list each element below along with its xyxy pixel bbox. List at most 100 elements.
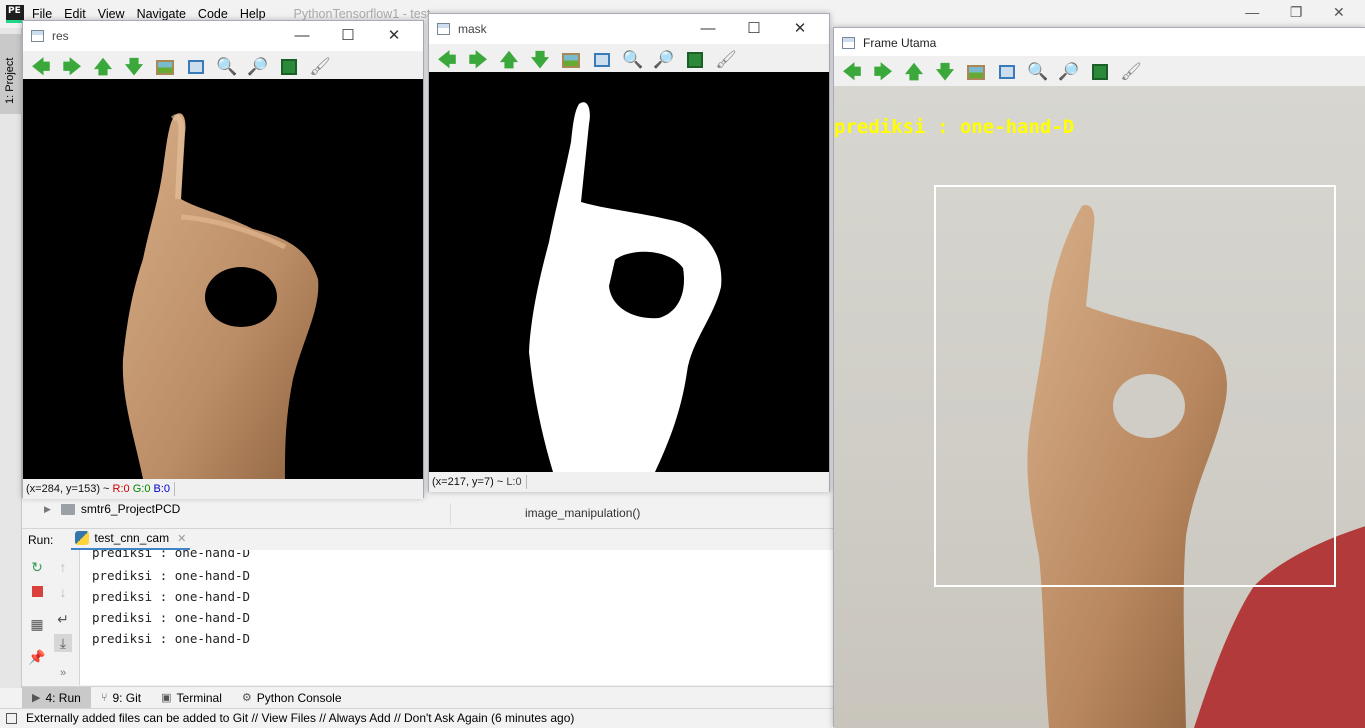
luminance-value: L:0 <box>506 476 522 488</box>
up-arrow-icon[interactable]: 🡅 <box>902 60 926 84</box>
window-app-icon <box>31 30 44 42</box>
mask-image[interactable] <box>429 72 829 472</box>
tab-label: 9: Git <box>112 690 142 705</box>
window-app-icon <box>842 37 855 49</box>
menu-help[interactable]: Help <box>240 7 266 21</box>
breadcrumb-label: image_manipulation() <box>525 506 641 520</box>
forward-arrow-icon[interactable]: 🡆 <box>466 48 490 72</box>
zoom-out-icon[interactable]: 🔎 <box>1057 60 1081 84</box>
run-panel-header: Run: test_cnn_cam ✕ <box>22 528 833 551</box>
project-tree-item[interactable]: ▶ smtr6_ProjectPCD <box>22 498 432 520</box>
run-label: Run: <box>28 532 54 547</box>
expand-arrow-icon[interactable]: ▶ <box>44 504 51 515</box>
forward-arrow-icon[interactable]: 🡆 <box>871 60 895 84</box>
back-arrow-icon[interactable]: 🡄 <box>840 60 864 84</box>
close-icon[interactable]: ✕ <box>371 27 417 45</box>
binary-mask-image <box>529 102 722 472</box>
run-config-tab[interactable]: test_cnn_cam ✕ <box>71 529 191 551</box>
stop-icon[interactable] <box>28 583 46 601</box>
terminal-icon: ▣ <box>161 692 172 704</box>
mask-title-bar[interactable]: mask — ☐ ✕ <box>429 14 829 44</box>
back-arrow-icon[interactable]: 🡄 <box>29 55 53 79</box>
maximize-icon[interactable]: ☐ <box>731 20 777 38</box>
menu-file[interactable]: File <box>32 7 52 21</box>
brush-icon[interactable]: 🖌 <box>714 48 738 72</box>
status-toggle-icon[interactable] <box>6 712 17 724</box>
pin-icon[interactable]: 📌 <box>28 648 46 666</box>
down-arrow-icon[interactable]: 🡇 <box>528 48 552 72</box>
zoom-in-icon[interactable]: 🔍 <box>215 55 239 79</box>
frame-utama-window: Frame Utama 🡄 🡆 🡅 🡇 🔍 🔎 🖌 prediksi : one… <box>833 27 1365 728</box>
image-icon[interactable] <box>964 60 988 84</box>
tab-git[interactable]: ⑂ 9: Git <box>91 687 151 709</box>
res-image[interactable] <box>23 79 423 479</box>
camera-frame[interactable]: prediksi : one-hand-D <box>834 86 1365 728</box>
minimize-icon[interactable]: — <box>1245 4 1259 24</box>
more-icon[interactable]: » <box>54 664 72 682</box>
image-icon[interactable] <box>153 55 177 79</box>
hand-segmented-image <box>122 113 319 479</box>
console-line: prediksi : one-hand-D <box>92 610 251 625</box>
zoom-in-icon[interactable]: 🔍 <box>1026 60 1050 84</box>
project-tab-label: 1: Project <box>4 57 16 104</box>
close-icon[interactable]: ✕ <box>1333 4 1345 24</box>
minimize-icon[interactable]: — <box>685 20 731 38</box>
tab-python-console[interactable]: ⚙ Python Console <box>232 687 352 709</box>
console-line: prediksi : one-hand-D <box>92 550 251 560</box>
status-bar: Externally added files can be added to G… <box>0 708 833 727</box>
python-console-icon: ⚙ <box>241 692 252 704</box>
scroll-to-end-icon[interactable]: ⤓ <box>54 634 72 652</box>
scroll-up-icon[interactable]: ↑ <box>54 558 72 576</box>
close-tab-icon[interactable]: ✕ <box>177 532 186 545</box>
status-message[interactable]: Externally added files can be added to G… <box>26 711 574 725</box>
tab-run[interactable]: ▶ 4: Run <box>22 686 91 709</box>
brush-icon[interactable]: 🖌 <box>1119 60 1143 84</box>
close-icon[interactable]: ✕ <box>777 20 823 38</box>
window-title: mask <box>458 22 487 36</box>
tab-terminal[interactable]: ▣ Terminal <box>151 687 232 709</box>
menu-view[interactable]: View <box>98 7 125 21</box>
tool-tab-project[interactable]: 1: Project <box>0 34 22 114</box>
image-icon[interactable] <box>559 48 583 72</box>
zoom-out-icon[interactable]: 🔎 <box>652 48 676 72</box>
down-arrow-icon[interactable]: 🡇 <box>122 55 146 79</box>
frame-toolbar: 🡄 🡆 🡅 🡇 🔍 🔎 🖌 <box>834 56 1365 88</box>
brush-icon[interactable]: 🖌 <box>308 55 332 79</box>
play-icon: ▶ <box>32 692 41 704</box>
layout-icon[interactable]: ▦ <box>28 615 46 633</box>
restore-icon[interactable]: ❐ <box>1290 4 1303 24</box>
minimize-icon[interactable]: — <box>279 27 325 45</box>
up-arrow-icon[interactable]: 🡅 <box>497 48 521 72</box>
maximize-icon[interactable]: ☐ <box>325 27 371 45</box>
scroll-down-icon[interactable]: ↓ <box>54 583 72 601</box>
console-line: prediksi : one-hand-D <box>92 589 251 604</box>
save-icon[interactable] <box>683 48 707 72</box>
tab-label: 4: Run <box>45 690 81 705</box>
zoom-out-icon[interactable]: 🔎 <box>246 55 270 79</box>
frame-title-bar[interactable]: Frame Utama <box>834 28 1365 58</box>
save-icon[interactable] <box>1088 60 1112 84</box>
ide-window-title: PythonTensorflow1 - test_ <box>293 7 438 21</box>
menu-edit[interactable]: Edit <box>64 7 86 21</box>
down-arrow-icon[interactable]: 🡇 <box>933 60 957 84</box>
menu-code[interactable]: Code <box>198 7 228 21</box>
left-tool-strip <box>0 28 22 688</box>
zoom-in-icon[interactable]: 🔍 <box>621 48 645 72</box>
fit-icon[interactable] <box>184 55 208 79</box>
up-arrow-icon[interactable]: 🡅 <box>91 55 115 79</box>
run-console[interactable]: prediksi : one-hand-D prediksi : one-han… <box>80 550 833 685</box>
res-title-bar[interactable]: res — ☐ ✕ <box>23 21 423 51</box>
menu-navigate[interactable]: Navigate <box>137 7 186 21</box>
rerun-icon[interactable]: ↻ <box>28 558 46 576</box>
python-icon <box>75 531 90 545</box>
save-icon[interactable] <box>277 55 301 79</box>
green-value: G:0 <box>132 483 151 495</box>
fit-icon[interactable] <box>995 60 1019 84</box>
fit-icon[interactable] <box>590 48 614 72</box>
forward-arrow-icon[interactable]: 🡆 <box>60 55 84 79</box>
soft-wrap-icon[interactable]: ↵ <box>54 610 72 628</box>
prediction-overlay: prediksi : one-hand-D <box>834 116 1075 138</box>
back-arrow-icon[interactable]: 🡄 <box>435 48 459 72</box>
cursor-coords: (x=284, y=153) ~ <box>26 483 110 495</box>
editor-breadcrumb[interactable]: image_manipulation() <box>450 503 833 525</box>
